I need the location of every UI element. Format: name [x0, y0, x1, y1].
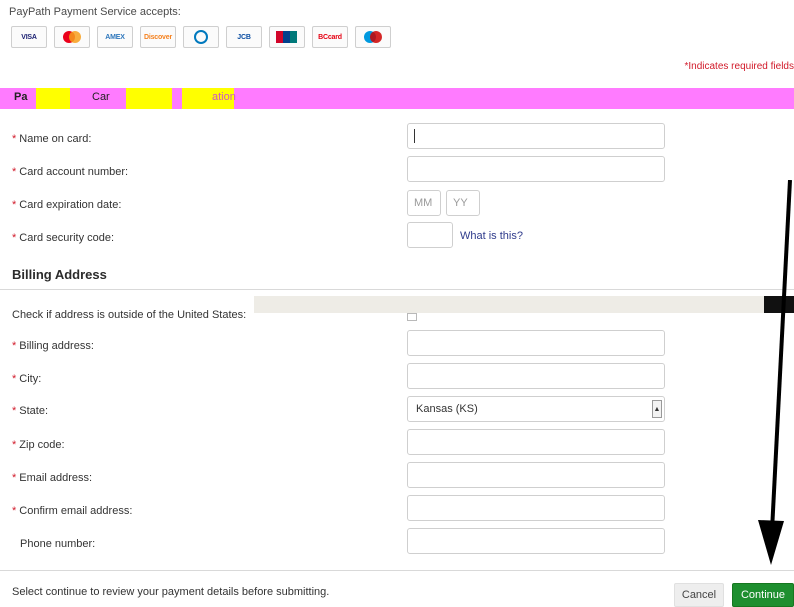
header-title-fragment: ation — [212, 91, 236, 103]
state-selected-value: Kansas (KS) — [416, 403, 478, 415]
confirm-email-label: * Confirm email address: — [12, 505, 132, 517]
footer-divider — [0, 570, 794, 571]
expiration-label-text: Card expiration date: — [19, 199, 122, 211]
billing-address-input[interactable] — [407, 330, 665, 356]
required-star: * — [12, 472, 17, 484]
dropdown-arrow-icon[interactable]: ▲ — [652, 400, 662, 418]
expiration-month-input[interactable] — [407, 190, 441, 216]
header-highlight — [126, 88, 172, 109]
header-title-fragment: Car — [92, 91, 110, 103]
section-divider — [0, 289, 794, 290]
header-highlight — [36, 88, 70, 109]
unionpay-card-icon — [269, 26, 305, 48]
outside-us-label: Check if address is outside of the Unite… — [12, 309, 247, 321]
outside-us-checkbox[interactable] — [407, 313, 417, 321]
state-label-text: State: — [19, 405, 49, 417]
mastercard-card-icon — [54, 26, 90, 48]
required-star: * — [12, 199, 17, 211]
required-star: * — [12, 232, 17, 244]
billing-address-label: * Billing address: — [12, 340, 94, 352]
gray-band — [254, 296, 794, 313]
billing-address-title: Billing Address — [12, 267, 107, 282]
text-cursor — [414, 129, 415, 143]
what-is-this-link[interactable]: What is this? — [460, 230, 523, 242]
required-fields-note: *Indicates required fields — [684, 61, 794, 72]
name-on-card-input[interactable] — [407, 123, 665, 149]
accepted-cards-label: PayPath Payment Service accepts: — [9, 6, 181, 18]
jcb-card-icon: JCB — [226, 26, 262, 48]
phone-input[interactable] — [407, 528, 665, 554]
security-code-input[interactable] — [407, 222, 453, 248]
state-label: * State: — [12, 405, 48, 417]
diners-card-icon — [183, 26, 219, 48]
city-label-text: City: — [19, 373, 42, 385]
city-input[interactable] — [407, 363, 665, 389]
required-star: * — [12, 439, 17, 451]
name-on-card-label: * Name on card: — [12, 133, 91, 145]
phone-label: Phone number: — [20, 538, 96, 550]
amex-card-icon: AMEX — [97, 26, 133, 48]
required-star: * — [12, 340, 17, 352]
annotation-arrow — [758, 180, 792, 565]
email-input[interactable] — [407, 462, 665, 488]
maestro-card-icon — [355, 26, 391, 48]
card-number-input[interactable] — [407, 156, 665, 182]
cancel-button[interactable]: Cancel — [674, 583, 724, 607]
state-select[interactable]: Kansas (KS) ▲ — [407, 396, 665, 422]
visa-card-icon: VISA — [11, 26, 47, 48]
billing-address-label-text: Billing address: — [19, 340, 94, 352]
zip-input[interactable] — [407, 429, 665, 455]
continue-button[interactable]: Continue — [732, 583, 794, 607]
footer-hint: Select continue to review your payment d… — [12, 586, 330, 598]
accepted-cards-row: VISA AMEX Discover JCB BCcard — [11, 26, 391, 48]
city-label: * City: — [12, 373, 41, 385]
discover-card-icon: Discover — [140, 26, 176, 48]
required-star: * — [12, 133, 17, 145]
zip-label-text: Zip code: — [19, 439, 65, 451]
required-star: * — [12, 405, 17, 417]
card-number-label: * Card account number: — [12, 166, 128, 178]
header-title-fragment: Pa — [14, 91, 28, 103]
name-on-card-label-text: Name on card: — [19, 133, 92, 145]
expiration-year-input[interactable] — [446, 190, 480, 216]
card-information-header: Pa Car ation — [0, 88, 794, 109]
email-label: * Email address: — [12, 472, 92, 484]
security-code-label-text: Card security code: — [19, 232, 115, 244]
email-label-text: Email address: — [19, 472, 93, 484]
confirm-email-input[interactable] — [407, 495, 665, 521]
required-star: * — [12, 166, 17, 178]
card-number-label-text: Card account number: — [19, 166, 129, 178]
bccard-card-icon: BCcard — [312, 26, 348, 48]
security-code-label: * Card security code: — [12, 232, 114, 244]
zip-label: * Zip code: — [12, 439, 65, 451]
required-star: * — [12, 505, 17, 517]
confirm-email-label-text: Confirm email address: — [19, 505, 133, 517]
expiration-label: * Card expiration date: — [12, 199, 121, 211]
required-star: * — [12, 373, 17, 385]
